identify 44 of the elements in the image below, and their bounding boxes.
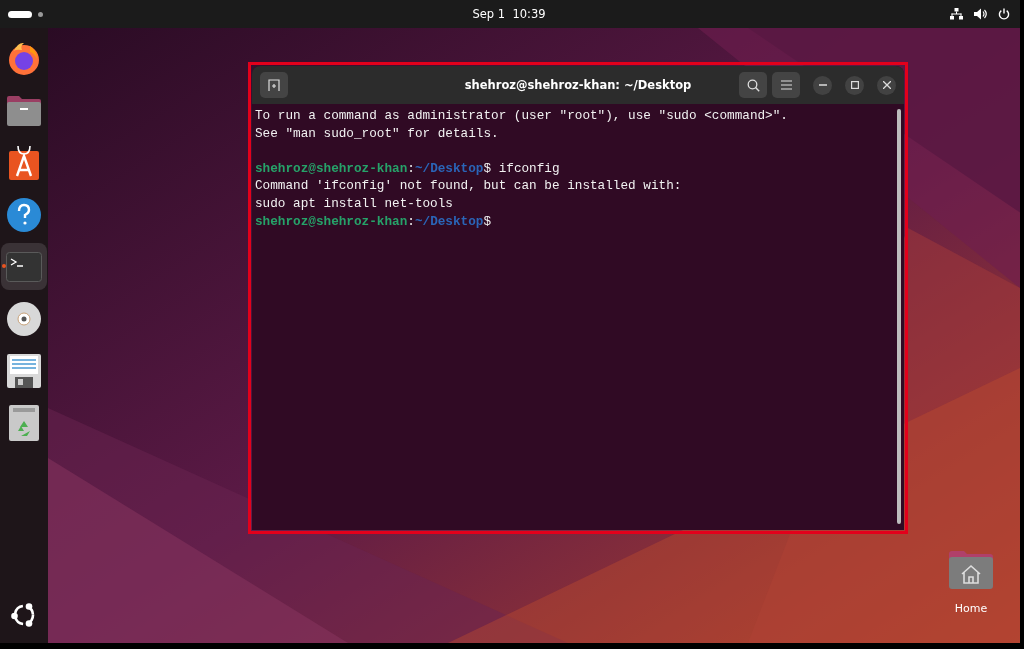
folder-icon — [6, 94, 42, 127]
shopping-bag-icon — [8, 144, 40, 181]
maximize-button[interactable] — [845, 75, 864, 95]
desktop-icon[interactable]: Home — [941, 550, 1001, 615]
new-tab-icon — [268, 79, 280, 91]
power-icon[interactable] — [998, 8, 1010, 20]
close-button[interactable] — [877, 75, 896, 95]
recycle-bin-icon — [9, 404, 39, 441]
scrollbar[interactable] — [897, 109, 901, 524]
minimize-icon — [818, 84, 827, 86]
terminal-output-line: See "man sudo_root" for details. — [255, 124, 500, 143]
prompt-separator: : — [407, 213, 415, 229]
close-icon — [882, 81, 891, 89]
terminal-icon — [6, 251, 42, 282]
running-indicator — [2, 264, 6, 268]
prompt-path: ~/Desktop — [414, 160, 484, 176]
prompt-user: shehroz@shehroz-khan — [255, 213, 408, 229]
menu-button[interactable] — [772, 72, 800, 98]
network-icon[interactable] — [950, 8, 963, 20]
prompt-symbol: $ — [483, 160, 492, 176]
prompt-separator: : — [407, 160, 415, 176]
desktop-icon-label: Home — [954, 602, 988, 615]
workspace-dot[interactable] — [38, 11, 43, 17]
maximize-icon — [850, 81, 859, 89]
window-title: shehroz@shehroz-khan: ~/Desktop — [463, 78, 693, 92]
search-button[interactable] — [739, 72, 767, 98]
disc-icon — [6, 300, 42, 337]
search-icon — [746, 78, 760, 92]
terminal-output-line: To run a command as administrator (user "root"), use "sudo <command>". — [255, 107, 789, 125]
terminal-output-line: Command 'ifconfig' not found, but can be installed with: — [255, 177, 683, 195]
activities-indicator[interactable] — [8, 10, 32, 18]
prompt-symbol: $ — [483, 213, 492, 229]
terminal-command: ifconfig — [498, 160, 560, 176]
new-tab-button[interactable] — [260, 72, 288, 98]
help-icon — [6, 196, 42, 233]
terminal-output-line: sudo apt install net-tools — [255, 194, 454, 213]
prompt-path: ~/Desktop — [414, 213, 484, 229]
floppy-document-icon — [6, 352, 42, 389]
volume-icon[interactable] — [974, 8, 987, 20]
home-folder-icon — [948, 550, 994, 590]
clock[interactable]: Sep 1 10:39 — [472, 7, 546, 21]
menu-icon — [780, 80, 792, 90]
prompt-user: shehroz@shehroz-khan — [255, 160, 408, 176]
minimize-button[interactable] — [813, 75, 832, 95]
